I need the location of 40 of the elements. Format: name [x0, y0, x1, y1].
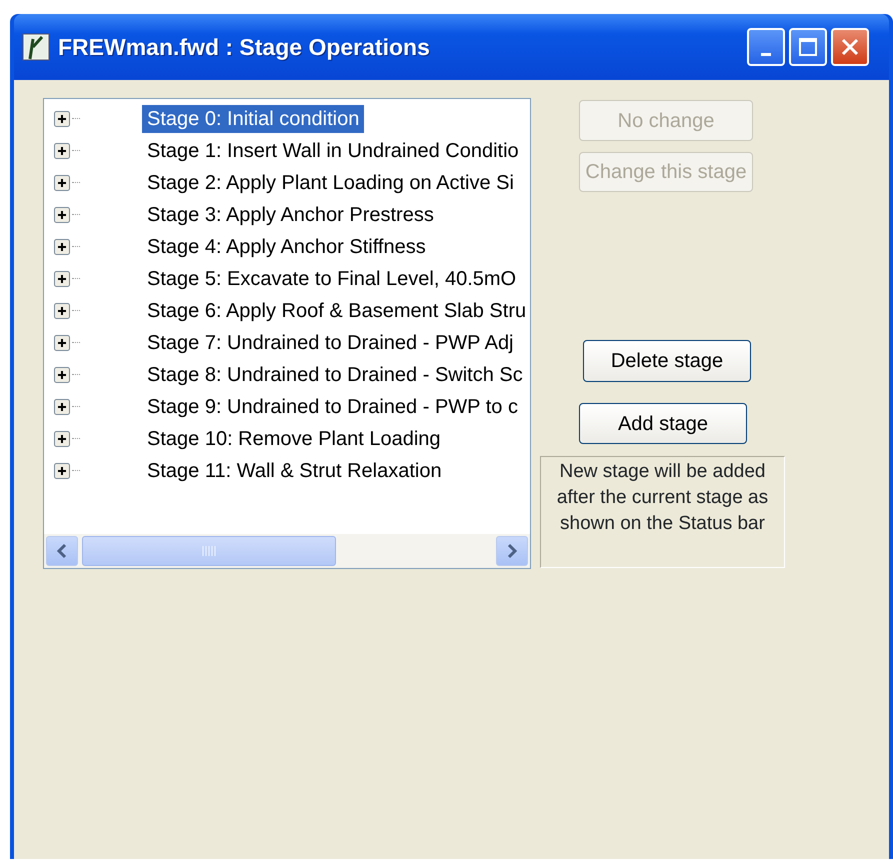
- expand-icon[interactable]: [54, 271, 70, 287]
- delete-stage-button[interactable]: Delete stage: [583, 340, 751, 382]
- tree-item[interactable]: Stage 2: Apply Plant Loading on Active Si: [142, 169, 519, 197]
- expand-icon[interactable]: [54, 175, 70, 191]
- maximize-button[interactable]: [789, 28, 827, 66]
- expand-icon[interactable]: [54, 303, 70, 319]
- expand-icon[interactable]: [54, 207, 70, 223]
- minimize-button[interactable]: [747, 28, 785, 66]
- tree-item[interactable]: Stage 10: Remove Plant Loading: [142, 425, 446, 453]
- minimize-icon: [761, 52, 771, 56]
- maximize-icon: [798, 37, 818, 57]
- tree-item[interactable]: Stage 9: Undrained to Drained - PWP to c: [142, 393, 523, 421]
- expand-icon[interactable]: [54, 399, 70, 415]
- expand-icon[interactable]: [54, 143, 70, 159]
- expand-icon[interactable]: [54, 367, 70, 383]
- close-icon: [839, 36, 861, 58]
- expand-icon[interactable]: [54, 463, 70, 479]
- add-stage-button[interactable]: Add stage: [579, 403, 747, 444]
- tree-item[interactable]: Stage 8: Undrained to Drained - Switch Sc: [142, 361, 528, 389]
- tree-item[interactable]: Stage 6: Apply Roof & Basement Slab Stru: [142, 297, 530, 325]
- chevron-left-icon: [56, 543, 68, 559]
- expand-icon[interactable]: [54, 239, 70, 255]
- tree-item[interactable]: Stage 0: Initial condition: [142, 105, 364, 133]
- window-title: FREWman.fwd : Stage Operations: [58, 32, 430, 62]
- tree-item[interactable]: Stage 1: Insert Wall in Undrained Conditio: [142, 137, 524, 165]
- close-button[interactable]: [831, 28, 869, 66]
- info-note: New stage will be added after the current stage as shown on the Status bar: [540, 456, 785, 568]
- tree-item[interactable]: Stage 4: Apply Anchor Stiffness: [142, 233, 431, 261]
- tree-item[interactable]: Stage 7: Undrained to Drained - PWP Adj: [142, 329, 519, 357]
- chevron-right-icon: [506, 543, 518, 559]
- tree-item[interactable]: Stage 11: Wall & Strut Relaxation: [142, 457, 447, 485]
- scroll-left-button[interactable]: [46, 536, 78, 566]
- expand-icon[interactable]: [54, 111, 70, 127]
- scroll-right-button[interactable]: [496, 536, 528, 566]
- tree-item[interactable]: Stage 3: Apply Anchor Prestress: [142, 201, 439, 229]
- app-icon: [22, 33, 50, 61]
- scrollbar-thumb[interactable]: [82, 536, 336, 566]
- expand-icon[interactable]: [54, 431, 70, 447]
- tree-item[interactable]: Stage 5: Excavate to Final Level, 40.5mO: [142, 265, 522, 293]
- expand-icon[interactable]: [54, 335, 70, 351]
